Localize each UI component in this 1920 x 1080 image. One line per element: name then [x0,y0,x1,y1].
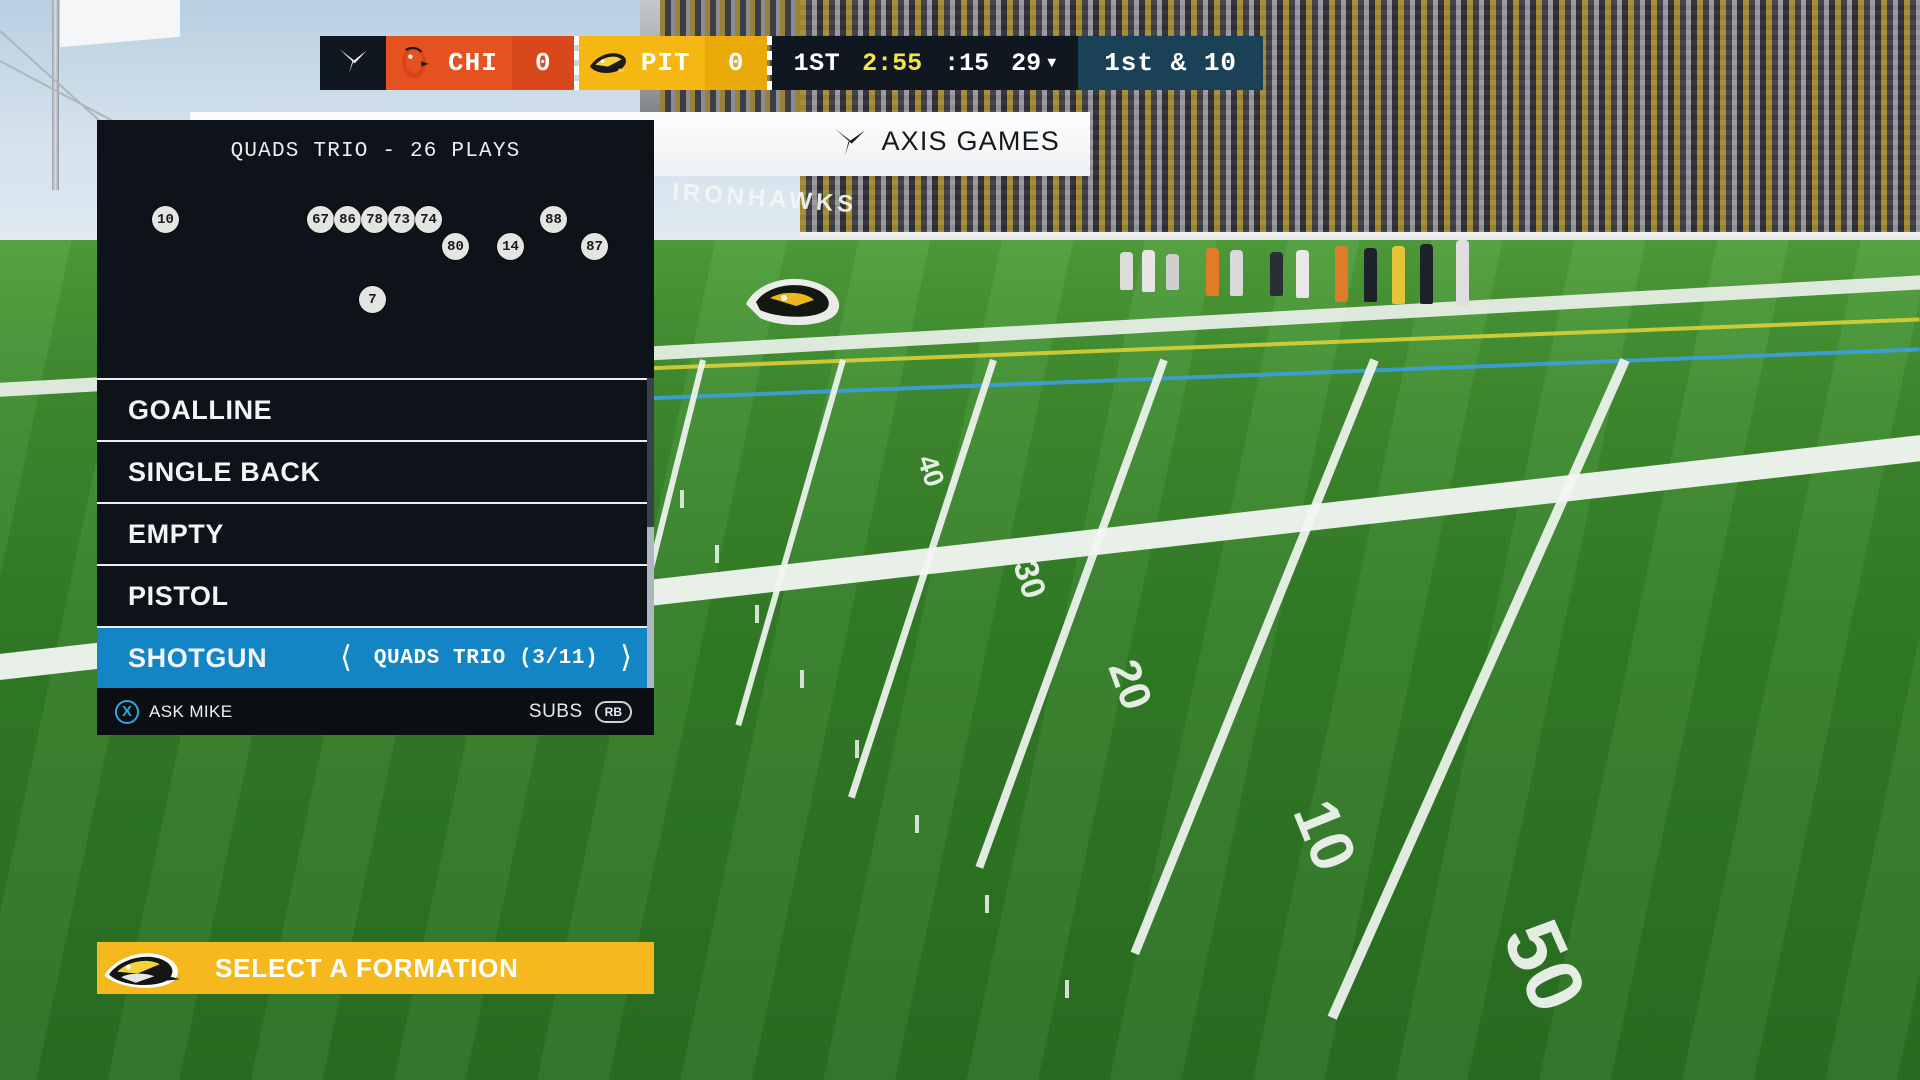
formation-row-empty[interactable]: EMPTY [97,502,654,564]
quarter-label: 1ST [793,48,841,78]
player-figure [1120,252,1133,290]
x-button-icon[interactable]: X [115,699,139,724]
bears-crest-icon [394,43,438,83]
ask-mike-action[interactable]: X ASK MIKE [115,699,233,724]
formation-row-pistol[interactable]: PISTOL [97,564,654,626]
formation-preview-title: QUADS TRIO - 26 PLAYS [230,140,521,163]
hash-mark [985,895,989,913]
player-dot: 86 [334,206,361,233]
player-dot: 7 [359,286,386,313]
player-dot: 67 [307,206,334,233]
away-team-score: 0 [511,36,574,90]
player-dot: 14 [497,233,524,260]
clock-block: 1ST 2:55 :15 29 ▼ [771,36,1079,90]
scrollbar-thumb[interactable] [647,526,654,688]
down-distance-badge: 1st & 10 [1078,36,1264,90]
ironhawks-crest-icon [97,942,193,994]
ask-mike-label: ASK MIKE [149,701,233,721]
formation-scrollbar[interactable] [647,378,654,688]
formation-row-label: EMPTY [128,518,225,549]
formation-preview: QUADS TRIO - 26 PLAYS 10 67 86 78 73 74 88 80 14… [97,120,654,378]
chevron-left-icon[interactable]: ⟨ [336,643,356,673]
away-team-block: CHI 0 [386,36,574,90]
scoreboard: CHI 0 PIT 0 1ST 2:55 :15 29 ▼ 1st & 10 [320,36,1264,90]
hash-mark [1065,980,1069,998]
player-figure [1270,252,1283,296]
axis-x-logo-icon [337,46,369,81]
player-dot: 10 [152,206,179,233]
ironhawks-crest-icon [587,43,631,83]
hash-mark [855,740,859,758]
flag-pole [52,0,59,190]
home-team-score: 0 [704,36,767,90]
formation-row-shotgun[interactable]: SHOTGUN ⟨ QUADS TRIO (3/11) ⟩ [97,626,654,688]
player-dot: 73 [388,206,415,233]
formation-row-label: SINGLE BACK [128,456,321,487]
axis-x-logo-icon [833,127,867,157]
chevron-down-icon: ▼ [1047,54,1057,72]
subs-label: SUBS [528,700,583,722]
panel-action-bar: X ASK MIKE SUBS RB [97,688,654,735]
formation-row-label: GOALLINE [128,394,273,425]
formation-row-label: SHOTGUN [128,642,268,673]
home-team-block: PIT 0 [578,36,767,90]
formation-row-single-back[interactable]: SINGLE BACK [97,440,654,502]
select-formation-label: SELECT A FORMATION [215,952,519,983]
game-screen: AXIS GAMES AXIS GAMES AXIS GAMES [0,0,1920,1080]
rb-button-icon[interactable]: RB [594,700,632,723]
player-dot: 78 [361,206,388,233]
formation-row-label: PISTOL [128,580,229,611]
formation-rows: GOALLINE SINGLE BACK EMPTY PISTOL SHOTGUN ⟨ QU… [97,378,654,688]
home-team-abbr: PIT [640,48,691,78]
hash-mark [800,670,804,688]
player-figure [1364,248,1377,302]
banner-text: AXIS GAMES [881,126,1060,156]
away-team-abbr: CHI [448,48,498,78]
player-figure [1206,248,1219,296]
formation-list: GOALLINE SINGLE BACK EMPTY PISTOL SHOTGUN ⟨ QU… [97,378,654,688]
hash-mark [680,490,684,508]
hash-mark [715,545,719,563]
league-logo [320,36,386,90]
select-formation-prompt: SELECT A FORMATION [97,942,654,994]
chevron-right-icon[interactable]: ⟩ [616,643,636,673]
player-dot: 74 [415,206,442,233]
player-dot: 80 [442,233,469,260]
player-figure [1456,240,1469,306]
player-figure [1335,246,1348,302]
formation-variant-stepper: ⟨ QUADS TRIO (3/11) ⟩ [336,628,636,688]
formation-row-goalline[interactable]: GOALLINE [97,378,654,440]
player-figure [1420,244,1433,304]
player-dot: 88 [540,206,567,233]
play-clock: :15 [944,48,990,78]
formation-variant-label: QUADS TRIO (3/11) [373,646,599,670]
player-figure [1142,250,1155,292]
hash-mark [755,605,759,623]
player-figure [1392,246,1405,304]
player-dot: 87 [581,233,608,260]
player-figure [1230,250,1243,296]
subs-action[interactable]: SUBS RB [528,700,632,723]
field-team-logo [740,270,850,332]
yard-line-block: 29 ▼ [1011,49,1056,78]
player-figure [1296,250,1309,298]
hash-mark [915,815,919,833]
game-clock: 2:55 [862,48,923,78]
banner-content: AXIS GAMES [833,126,1060,157]
yard-line-value: 29 [1011,48,1042,78]
play-call-panel: QUADS TRIO - 26 PLAYS 10 67 86 78 73 74 88 80 14… [97,120,654,735]
player-figure [1166,254,1179,290]
